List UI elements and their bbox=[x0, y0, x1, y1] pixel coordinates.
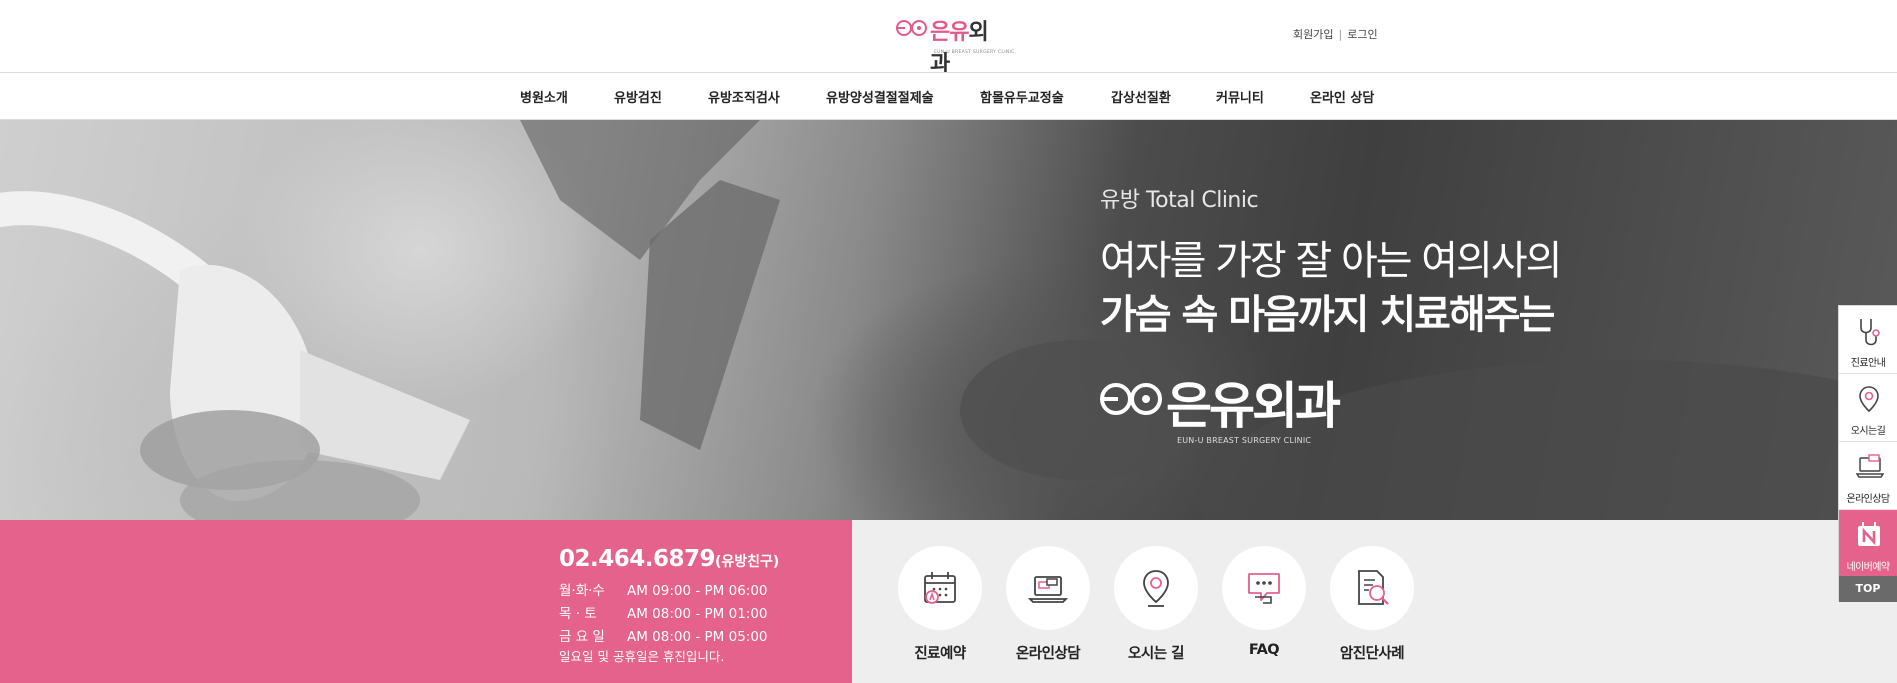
quick-link-reservation[interactable]: 진료예약 bbox=[898, 546, 982, 663]
side-item-label: 네이버예약 bbox=[1846, 562, 1890, 573]
closed-note: 일요일 및 공휴일은 휴진입니다. bbox=[559, 649, 725, 664]
nav-item-nipple-correction[interactable]: 함몰유두교정술 bbox=[980, 87, 1064, 106]
side-item-label: 오시는길 bbox=[1850, 426, 1886, 437]
hero-eyebrow: 유방 Total Clinic bbox=[1100, 188, 1259, 213]
quick-link-directions[interactable]: 오시는 길 bbox=[1114, 546, 1198, 663]
stethoscope-icon bbox=[1860, 319, 1880, 346]
login-link[interactable]: 로그인 bbox=[1347, 28, 1377, 41]
hero-photo bbox=[0, 120, 1897, 520]
floating-side-menu: 진료안내 오시는길 온라인상담 네이버예약 TOP bbox=[1838, 305, 1897, 602]
logo-mark-icon bbox=[896, 20, 927, 36]
hours-days: 월·화·수 bbox=[559, 583, 605, 599]
site-logo[interactable]: 은유외과 EUN-U BREAST SURGERY CLINIC bbox=[896, 14, 1014, 77]
contact-panel: 02.464.6879(유방친구) 월·화·수 AM 09:00 - PM 06:… bbox=[0, 520, 852, 683]
quick-link-online-consult[interactable]: 온라인상담 bbox=[1006, 546, 1090, 663]
nav-item-online-consult[interactable]: 온라인 상담 bbox=[1310, 87, 1374, 106]
hero-logo-subtitle: EUN-U BREAST SURGERY CLINIC bbox=[1177, 436, 1312, 445]
hero-headline-line1: 여자를 가장 잘 아는 여의사의 bbox=[1100, 238, 1562, 284]
quick-link-faq[interactable]: FAQ bbox=[1222, 546, 1306, 658]
quick-link-label: 암진단사례 bbox=[1339, 646, 1405, 662]
quick-link-label: 오시는 길 bbox=[1128, 646, 1184, 662]
quick-links: 진료예약 온라인상담 오시는 길 FAQ 암진단사례 bbox=[852, 520, 1897, 683]
scroll-top-button[interactable]: TOP bbox=[1839, 576, 1897, 602]
map-pin-icon bbox=[1143, 570, 1169, 607]
quick-link-label: 온라인상담 bbox=[1015, 646, 1081, 662]
side-item-clinic-guide[interactable]: 진료안내 bbox=[1839, 306, 1897, 374]
document-search-icon bbox=[1358, 570, 1389, 605]
phone-number-suffix: (유방친구) bbox=[715, 554, 780, 570]
hero-logo-wordmark: 은유외과 bbox=[1166, 377, 1341, 435]
hours-time: AM 09:00 - PM 06:00 bbox=[627, 583, 768, 599]
hours-time: AM 08:00 - PM 01:00 bbox=[627, 606, 768, 622]
main-nav: 병원소개 유방검진 유방조직검사 유방양성결절절제술 함몰유두교정술 갑상선질환… bbox=[0, 72, 1897, 120]
hero-logo-mark-icon bbox=[1100, 383, 1162, 415]
quick-link-cancer-cases[interactable]: 암진단사례 bbox=[1330, 546, 1414, 663]
hero-banner: 유방 Total Clinic 여자를 가장 잘 아는 여의사의 가슴 속 마음… bbox=[0, 120, 1897, 520]
phone-number[interactable]: 02.464.6879(유방친구) bbox=[559, 546, 779, 572]
hero-headline-line2: 가슴 속 마음까지 치료해주는 bbox=[1100, 292, 1555, 338]
hours-row: 목 · 토 AM 08:00 - PM 01:00 bbox=[559, 603, 768, 626]
quick-link-label: FAQ bbox=[1248, 642, 1280, 658]
logo-subtitle: EUN-U BREAST SURGERY CLINIC bbox=[934, 50, 1015, 55]
side-item-online-consult[interactable]: 온라인상담 bbox=[1839, 442, 1897, 510]
speech-bubble-icon bbox=[1248, 573, 1280, 604]
naver-icon bbox=[1858, 522, 1880, 546]
opening-hours: 월·화·수 AM 09:00 - PM 06:00 목 · 토 AM 08:00 -… bbox=[559, 580, 768, 649]
util-separator: | bbox=[1338, 28, 1343, 41]
calendar-icon bbox=[924, 572, 956, 604]
nav-item-breast-biopsy[interactable]: 유방조직검사 bbox=[708, 87, 780, 106]
hours-row: 월·화·수 AM 09:00 - PM 06:00 bbox=[559, 580, 768, 603]
util-links: 회원가입 | 로그인 bbox=[1293, 26, 1378, 42]
signup-link[interactable]: 회원가입 bbox=[1293, 28, 1333, 41]
hours-time: AM 08:00 - PM 05:00 bbox=[627, 629, 768, 645]
side-item-label: 진료안내 bbox=[1850, 358, 1886, 369]
hours-days: 목 · 토 bbox=[559, 606, 597, 622]
laptop-chat-icon bbox=[1028, 576, 1068, 603]
nav-item-breast-screening[interactable]: 유방검진 bbox=[614, 87, 662, 106]
logo-wordmark-pink: 은유 bbox=[930, 20, 969, 45]
phone-number-value: 02.464.6879 bbox=[559, 546, 716, 572]
header: 은유외과 EUN-U BREAST SURGERY CLINIC 회원가입 | 로그… bbox=[0, 0, 1897, 77]
quick-link-label: 진료예약 bbox=[914, 646, 966, 662]
laptop-chat-icon bbox=[1856, 454, 1884, 478]
side-item-directions[interactable]: 오시는길 bbox=[1839, 374, 1897, 442]
side-item-naver-booking[interactable]: 네이버예약 bbox=[1839, 510, 1897, 576]
nav-item-community[interactable]: 커뮤니티 bbox=[1216, 87, 1264, 106]
nav-item-about[interactable]: 병원소개 bbox=[520, 87, 568, 106]
nav-item-thyroid[interactable]: 갑상선질환 bbox=[1111, 87, 1171, 106]
side-item-label: 온라인상담 bbox=[1846, 494, 1890, 505]
hero-logo: 은유외과 EUN-U BREAST SURGERY CLINIC bbox=[1100, 372, 1341, 452]
map-pin-icon bbox=[1859, 386, 1879, 413]
nav-item-benign-excision[interactable]: 유방양성결절절제술 bbox=[826, 87, 934, 106]
